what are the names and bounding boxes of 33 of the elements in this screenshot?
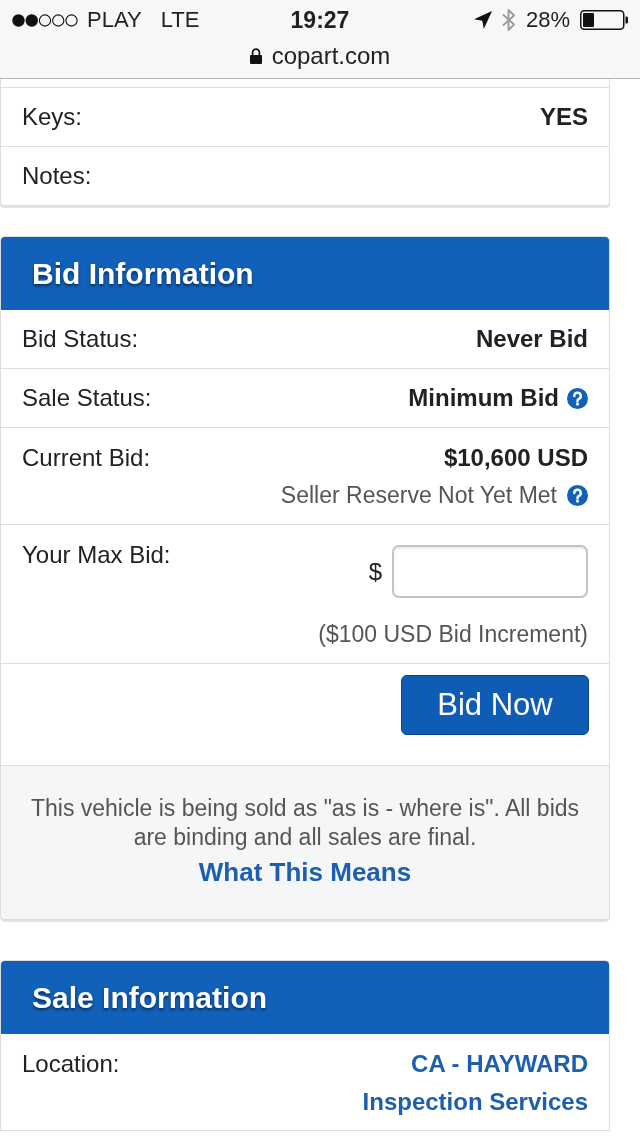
card-title: Sale Information [32, 980, 268, 1016]
field-label: Current Bid: [22, 444, 151, 472]
help-icon[interactable] [567, 484, 588, 506]
field-label: Your Max Bid: [22, 541, 171, 569]
bid-increment-note: ($100 USD Bid Increment) [318, 620, 588, 648]
card-title: Bid Information [32, 256, 254, 292]
field-value: Never Bid [475, 324, 588, 354]
what-this-means-link[interactable]: What This Means [198, 855, 412, 889]
field-value: $10,600 USD [443, 444, 588, 472]
currency-symbol: $ [368, 556, 382, 587]
location-link[interactable]: CA - HAYWARD [411, 1045, 588, 1083]
bid-now-button[interactable]: Bid Now [401, 675, 589, 735]
network-type: LTE [160, 9, 200, 31]
bluetooth-icon [501, 7, 516, 33]
field-label: Sale Status: [22, 383, 152, 413]
signal-strength-icon [12, 13, 78, 27]
location-arrow-icon [473, 11, 492, 29]
disclaimer-text: This vehicle is being sold as "as is - where is". All bids are binding and all sales are final. [29, 794, 581, 852]
reserve-status-note: Seller Reserve Not Yet Met [280, 481, 557, 509]
field-value: Minimum Bid [408, 383, 559, 413]
battery-percent: 28% [525, 9, 570, 31]
help-icon[interactable] [567, 387, 588, 409]
field-label: Location: [22, 1049, 120, 1079]
max-bid-input[interactable] [392, 545, 588, 598]
field-label: Bid Status: [22, 324, 139, 354]
carrier-name: PLAY [87, 9, 142, 31]
field-label: Notes: [22, 161, 92, 191]
field-value: YES [539, 102, 588, 132]
field-label: Keys: [22, 102, 83, 132]
battery-icon [580, 10, 628, 30]
location-link[interactable]: Inspection Services [362, 1083, 588, 1121]
status-time: 19:27 [290, 8, 350, 32]
url-text[interactable]: copart.com [271, 44, 391, 68]
